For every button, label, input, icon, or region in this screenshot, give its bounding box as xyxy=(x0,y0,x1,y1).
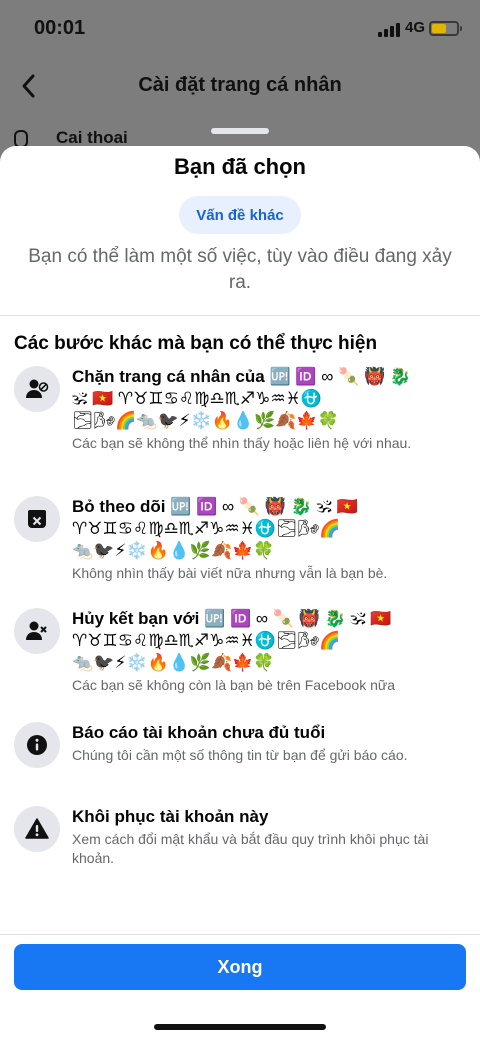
emoji-name-line: ♈♉♊♋♌♍♎♏♐♑♒♓⛎🌫🌬🌈 xyxy=(72,631,341,650)
option-title: Khôi phục tài khoản này xyxy=(72,807,269,826)
emoji-name-line: 🐀🐦‍⬛⚡❄️🔥💧🌿🍂🍁🍀 xyxy=(72,541,275,560)
emoji-name: 🆙 🆔 ∞ 🍡 👹 🐉 xyxy=(269,367,412,386)
selected-reason-pill[interactable]: Vấn đề khác xyxy=(179,196,301,234)
emoji-name-line: 🌫🌬🌈🐀🐦‍⬛⚡❄️🔥💧🌿🍂🍁🍀 xyxy=(72,411,339,430)
unfollow-box-icon xyxy=(14,496,60,542)
status-bar: 00:01 4G xyxy=(0,0,480,56)
option-unfriend[interactable]: Hủy kết bạn với 🆙 🆔 ∞ 🍡 👹 🐉 🕉 🇻🇳 ♈♉♊♋♌♍♎… xyxy=(14,608,466,698)
background-row-label: Cai thoai xyxy=(56,128,128,147)
sheet-grabber[interactable] xyxy=(211,128,269,134)
option-title: Hủy kết bạn với xyxy=(72,609,200,628)
sheet-title: Bạn đã chọn xyxy=(173,154,306,179)
bottom-sheet: Bạn đã chọn Vấn đề khác Bạn có thể làm m… xyxy=(0,146,480,1039)
emoji-name-line: ♈♉♊♋♌♍♎♏♐♑♒♓⛎🌫🌬🌈 xyxy=(72,519,341,538)
signal-icon xyxy=(378,23,400,37)
done-button[interactable]: Xong xyxy=(14,944,466,990)
option-title: Báo cáo tài khoản chưa đủ tuổi xyxy=(72,723,326,742)
warning-icon xyxy=(14,806,60,852)
option-description: Chúng tôi cần một số thông tin từ bạn để… xyxy=(72,747,408,763)
option-recover-account[interactable]: Khôi phục tài khoản này Xem cách đổi mật… xyxy=(14,806,466,866)
phone-icon xyxy=(14,129,28,148)
network-type: 4G xyxy=(405,19,426,36)
section-title: Các bước khác mà bạn có thể thực hiện xyxy=(14,333,378,354)
option-description: Không nhìn thấy bài viết nữa nhưng vẫn l… xyxy=(72,565,388,581)
home-indicator xyxy=(154,1024,326,1030)
background-row: Cai thoai xyxy=(14,128,128,148)
emoji-name: 🆙 🆔 ∞ 🍡 👹 🐉 🕉 🇻🇳 xyxy=(204,609,392,628)
option-description: Các bạn sẽ không còn là bạn bè trên Face… xyxy=(72,677,396,693)
emoji-name: 🆙 🆔 ∞ 🍡 👹 🐉 🕉 🇻🇳 xyxy=(170,497,358,516)
person-remove-icon xyxy=(14,608,60,654)
emoji-name-line: 🕉 🇻🇳 ♈♉♊♋♌♍♎♏♐♑♒♓⛎ xyxy=(72,389,322,408)
option-description: Xem cách đổi mật khẩu và bắt đầu quy trì… xyxy=(72,831,429,866)
background-page-title: Cài đặt trang cá nhân xyxy=(138,74,342,96)
footer-divider xyxy=(0,934,480,935)
option-report-underage[interactable]: Báo cáo tài khoản chưa đủ tuổi Chúng tôi… xyxy=(14,722,466,782)
option-block-profile[interactable]: Chặn trang cá nhân của 🆙 🆔 ∞ 🍡 👹 🐉 🕉 🇻🇳 … xyxy=(14,366,466,476)
option-description: Các bạn sẽ không thể nhìn thấy hoặc liên… xyxy=(72,435,412,451)
sheet-intro: Bạn có thể làm một số việc, tùy vào điều… xyxy=(28,246,452,293)
option-unfollow[interactable]: Bỏ theo dõi 🆙 🆔 ∞ 🍡 👹 🐉 🕉 🇻🇳 ♈♉♊♋♌♍♎♏♐♑♒… xyxy=(14,496,466,586)
person-block-icon xyxy=(14,366,60,412)
divider xyxy=(0,315,480,316)
option-title: Bỏ theo dõi xyxy=(72,497,166,516)
status-time: 00:01 xyxy=(34,17,86,39)
info-icon xyxy=(14,722,60,768)
emoji-name-line: 🐀🐦‍⬛⚡❄️🔥💧🌿🍂🍁🍀 xyxy=(72,653,275,672)
battery-icon xyxy=(429,21,462,36)
option-title: Chặn trang cá nhân của xyxy=(72,367,265,386)
